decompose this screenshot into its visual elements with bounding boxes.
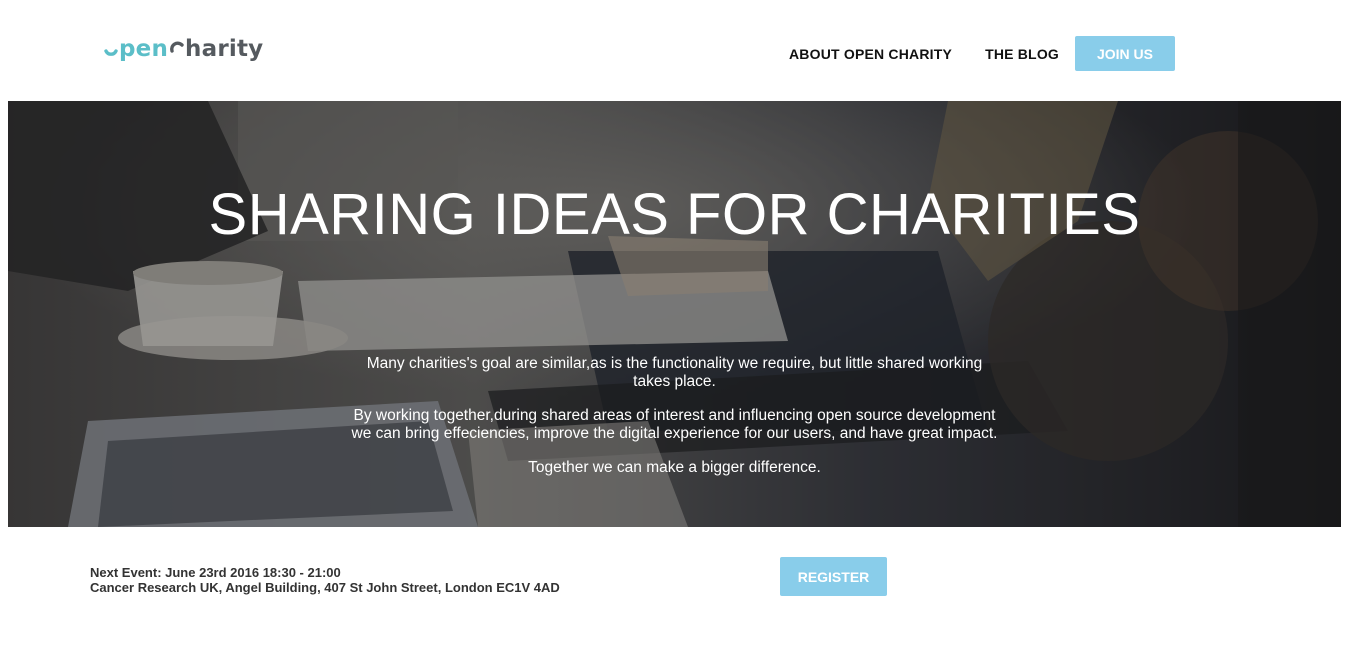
site-header: pen harity ABOUT OPEN CHARITY THE BLOG J… bbox=[0, 0, 1347, 101]
hero-title: SHARING IDEAS FOR CHARITIES bbox=[208, 182, 1141, 247]
hero-banner: SHARING IDEAS FOR CHARITIES Many chariti… bbox=[8, 101, 1341, 527]
hero-paragraph: Many charities's goal are similar,as is … bbox=[366, 355, 983, 390]
nav-about-link[interactable]: ABOUT OPEN CHARITY bbox=[789, 46, 952, 62]
join-us-button[interactable]: JOIN US bbox=[1075, 36, 1175, 71]
event-date-line: Next Event: June 23rd 2016 18:30 - 21:00 bbox=[90, 565, 341, 580]
next-event-info: Next Event: June 23rd 2016 18:30 - 21:00… bbox=[90, 565, 560, 595]
register-button[interactable]: REGISTER bbox=[780, 557, 887, 596]
logo-word-open: pen bbox=[119, 36, 169, 62]
logo-word-charity: harity bbox=[185, 36, 264, 62]
hero-intro-text: Many charities's goal are similar,as is … bbox=[348, 355, 1001, 493]
nav-blog-link[interactable]: THE BLOG bbox=[985, 46, 1059, 62]
hero-paragraph: By working together,during shared areas … bbox=[351, 407, 998, 442]
logo-open-arc-icon bbox=[104, 49, 118, 56]
logo-charity-arc-icon bbox=[170, 41, 184, 53]
open-charity-logo[interactable]: pen harity bbox=[103, 31, 263, 67]
hero-paragraph: Together we can make a bigger difference… bbox=[528, 459, 821, 476]
event-location-line: Cancer Research UK, Angel Building, 407 … bbox=[90, 580, 560, 595]
main-nav: ABOUT OPEN CHARITY THE BLOG JOIN US bbox=[789, 36, 1175, 71]
